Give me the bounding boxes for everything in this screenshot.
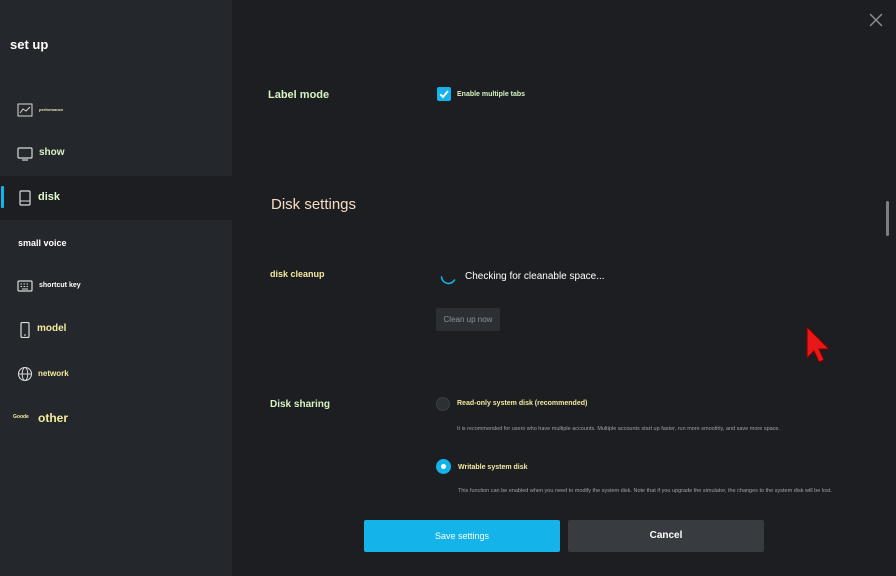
- enable-multiple-tabs-checkbox[interactable]: [437, 87, 451, 101]
- sidebar-item-label: other: [38, 411, 68, 425]
- sidebar-item-shortcut-key[interactable]: shortcut key: [0, 264, 232, 308]
- cleanup-status-text: Checking for cleanable space...: [465, 271, 605, 282]
- disk-icon: [17, 190, 33, 206]
- read-only-disk-description: It is recommended for users who have mul…: [457, 426, 781, 432]
- phone-icon: [17, 322, 33, 338]
- writable-disk-radio[interactable]: [436, 459, 451, 474]
- sidebar-item-network[interactable]: network: [0, 352, 232, 396]
- save-settings-button[interactable]: Save settings: [364, 520, 560, 552]
- sidebar-item-other[interactable]: Goode other: [0, 396, 232, 440]
- chart-icon: [17, 102, 33, 118]
- section-title: Disk settings: [271, 196, 357, 213]
- read-only-disk-radio[interactable]: [436, 397, 450, 411]
- label-mode-label: Label mode: [268, 89, 330, 101]
- sidebar-item-small-voice[interactable]: small voice: [0, 220, 232, 264]
- close-icon[interactable]: [868, 12, 884, 28]
- sidebar-item-label: small voice: [18, 238, 67, 248]
- writable-disk-description: This function can be enabled when you ne…: [458, 488, 832, 494]
- sidebar-item-label: network: [38, 369, 69, 378]
- sidebar-item-label: show: [39, 147, 65, 158]
- active-indicator: [1, 186, 4, 208]
- disk-cleanup-label: disk cleanup: [270, 269, 325, 279]
- keyboard-icon: [17, 278, 33, 294]
- loading-spinner-icon: [438, 268, 458, 288]
- sidebar-item-performance[interactable]: performance: [0, 88, 232, 132]
- clean-up-now-button[interactable]: Clean up now: [436, 308, 500, 331]
- scrollbar-thumb[interactable]: [886, 201, 889, 236]
- globe-icon: [17, 366, 33, 382]
- sidebar-item-label: model: [37, 323, 67, 334]
- monitor-icon: [17, 146, 33, 162]
- sidebar-item-disk[interactable]: disk: [0, 176, 232, 220]
- sidebar-item-model[interactable]: model: [0, 308, 232, 352]
- sidebar-item-show[interactable]: show: [0, 132, 232, 176]
- enable-multiple-tabs-label: Enable multiple tabs: [457, 91, 526, 98]
- writable-disk-label: Writable system disk: [458, 464, 528, 471]
- check-icon: [439, 90, 449, 99]
- goode-logo-icon: Goode: [13, 414, 29, 420]
- sidebar-title: set up: [10, 37, 49, 52]
- cancel-button[interactable]: Cancel: [568, 520, 764, 552]
- sidebar: set up performance show disk small voice…: [0, 0, 232, 576]
- mouse-cursor-icon: [805, 325, 833, 365]
- disk-sharing-label: Disk sharing: [270, 399, 331, 410]
- sidebar-item-label: disk: [38, 191, 61, 203]
- read-only-disk-label: Read-only system disk (recommended): [457, 400, 588, 407]
- sidebar-item-label: shortcut key: [39, 282, 81, 289]
- sidebar-item-label: performance: [39, 107, 64, 112]
